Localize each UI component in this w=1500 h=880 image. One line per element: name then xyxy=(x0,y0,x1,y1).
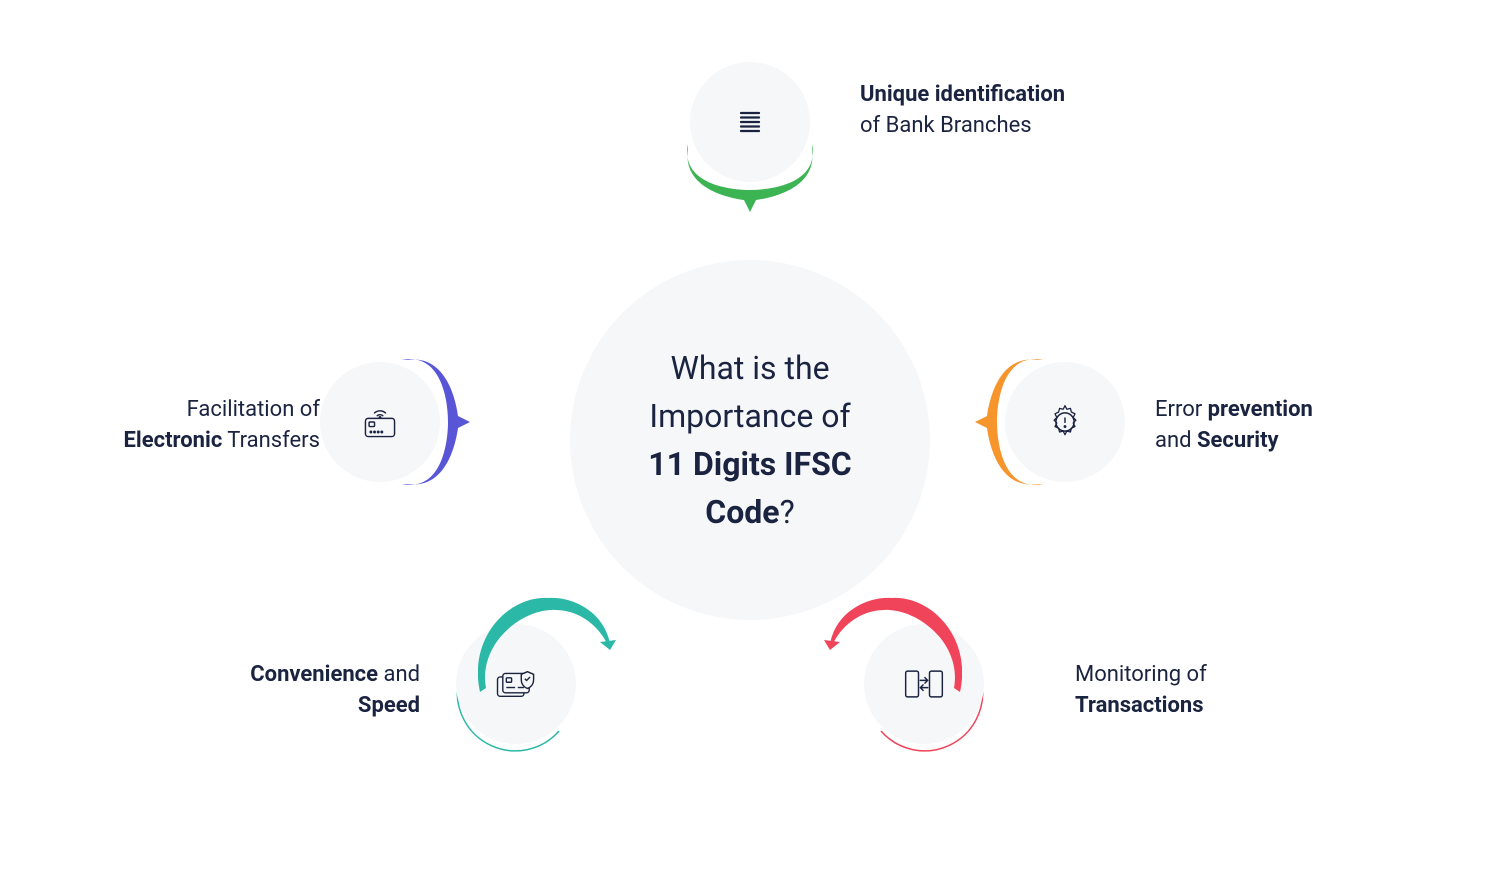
label-mid: and xyxy=(1155,428,1197,453)
center-hub: What is the Importance of 11 Digits IFSC… xyxy=(570,260,930,620)
pointer-shape xyxy=(478,588,618,708)
label-pre: Error xyxy=(1155,397,1208,422)
node-error-prevention xyxy=(1005,362,1125,482)
pointer-shape xyxy=(402,342,482,502)
list-icon xyxy=(728,100,772,144)
pointer-shape xyxy=(963,342,1043,502)
pointer-shape xyxy=(670,144,830,224)
node-convenience-speed xyxy=(456,624,576,744)
label-pre: Facilitation of xyxy=(187,397,320,422)
center-title: What is the Importance of 11 Digits IFSC… xyxy=(610,344,890,536)
node-unique-identification xyxy=(690,62,810,182)
label-bold: Electronic xyxy=(124,428,223,453)
label-bold2: Security xyxy=(1197,428,1279,453)
pointer-shape xyxy=(822,588,962,708)
gear-alert-icon xyxy=(1043,400,1087,444)
label-electronic-transfers: Facilitation of Electronic Transfers xyxy=(80,395,320,457)
label-error-prevention: Error prevention and Security xyxy=(1155,395,1415,457)
card-wifi-icon xyxy=(358,400,402,444)
label-bold1: prevention xyxy=(1208,397,1313,422)
label-bold: Unique identification xyxy=(860,82,1065,107)
label-pre: Monitoring of xyxy=(1075,662,1207,687)
label-convenience-speed: Convenience and Speed xyxy=(180,660,420,722)
center-bold: 11 Digits IFSC Code xyxy=(648,445,851,531)
center-line1: What is the xyxy=(670,349,829,387)
label-bold2: Speed xyxy=(358,693,420,718)
label-bold: Transactions xyxy=(1075,693,1204,718)
center-q: ? xyxy=(780,493,795,531)
center-line2: Importance of xyxy=(649,397,850,435)
label-bold1: Convenience xyxy=(250,662,378,687)
node-electronic-transfers xyxy=(320,362,440,482)
label-mid: and xyxy=(378,662,420,687)
label-monitoring-transactions: Monitoring of Transactions xyxy=(1075,660,1335,722)
node-monitoring-transactions xyxy=(864,624,984,744)
label-rest: of Bank Branches xyxy=(860,113,1032,138)
label-unique-identification: Unique identification of Bank Branches xyxy=(860,80,1120,142)
